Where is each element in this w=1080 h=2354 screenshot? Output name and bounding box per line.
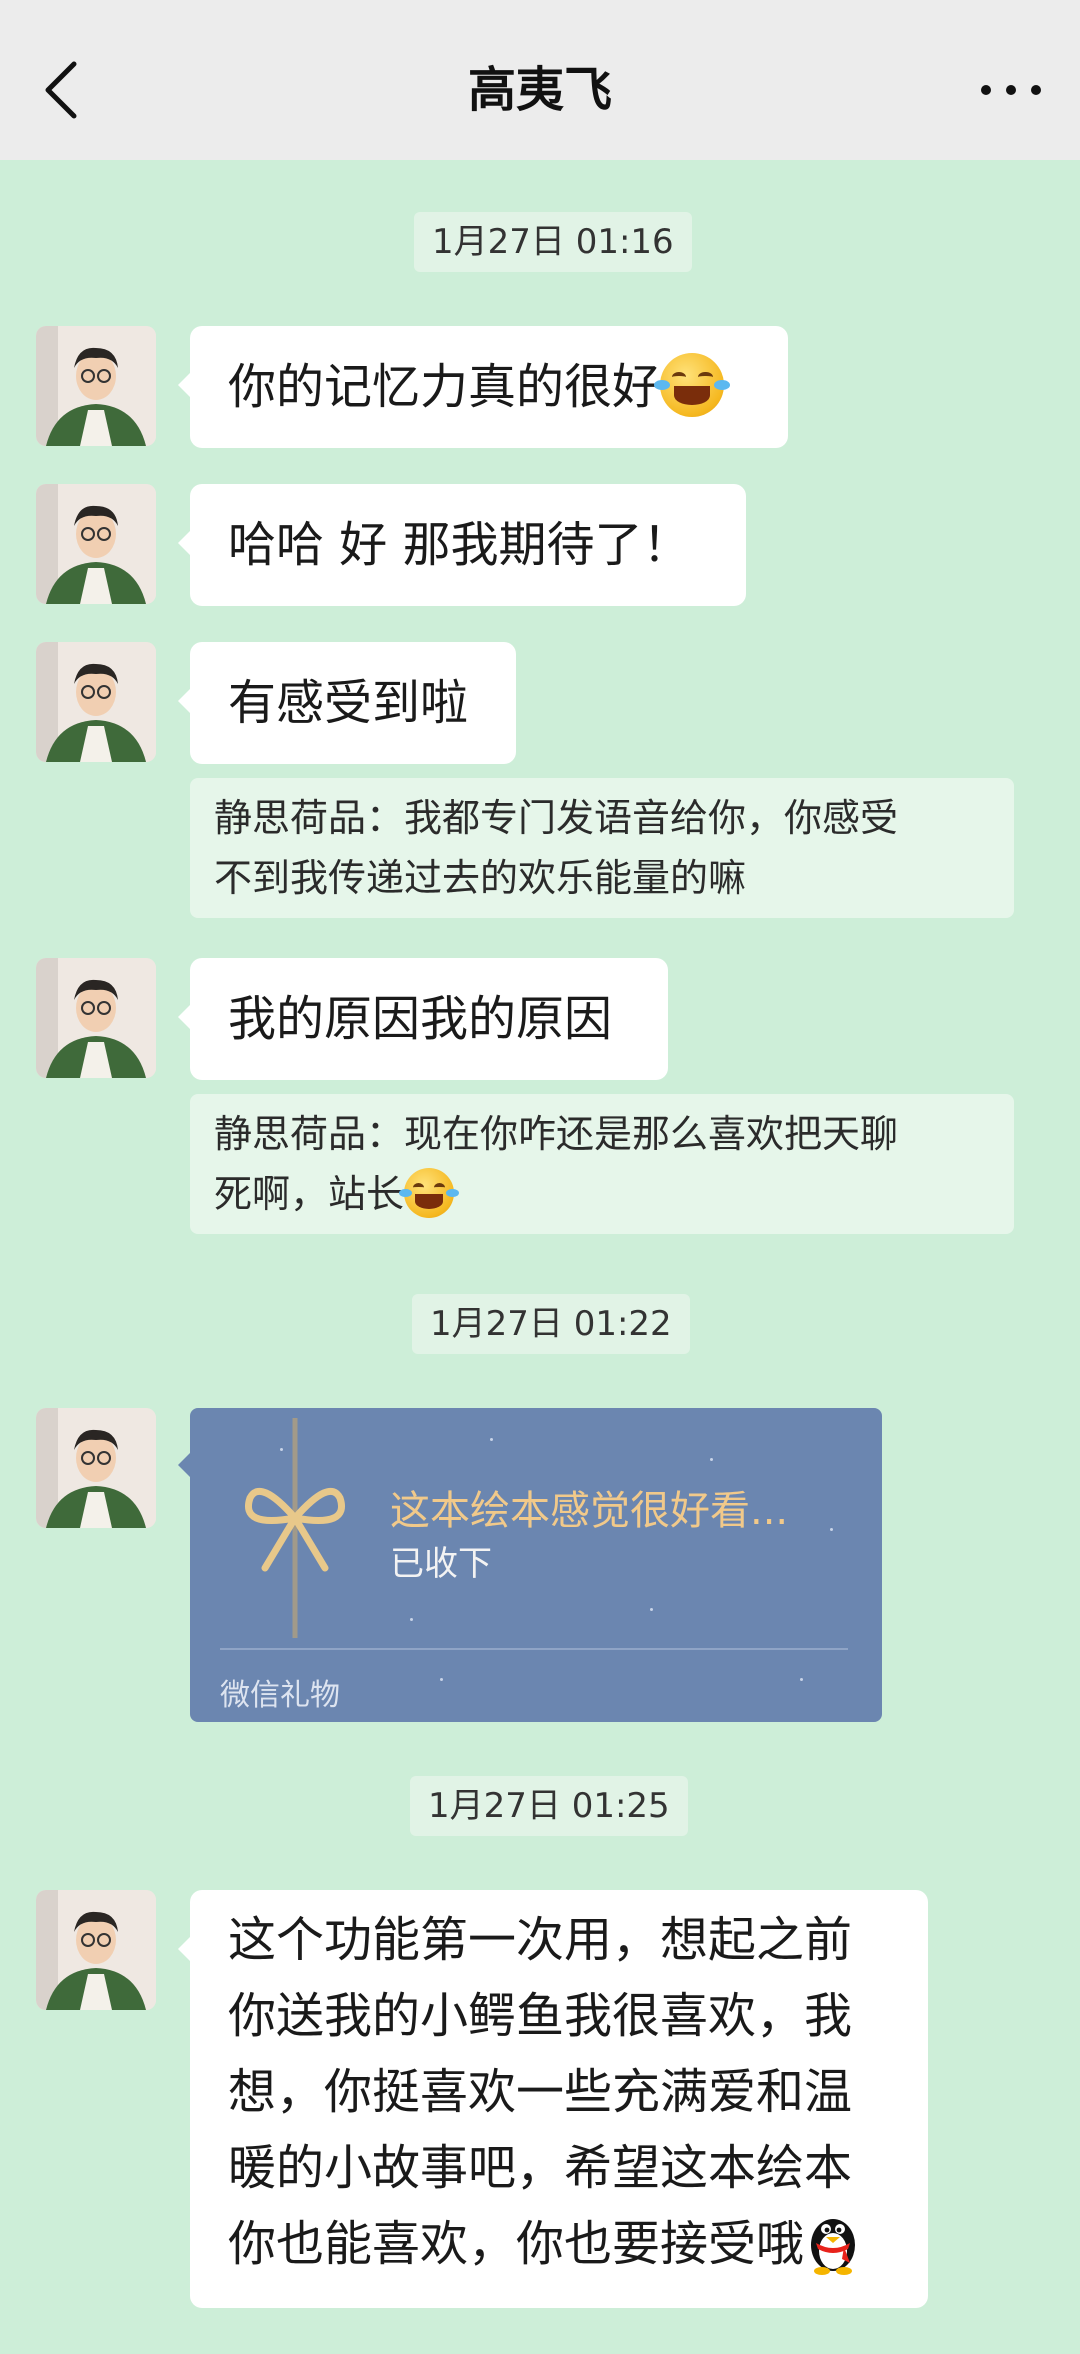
- message-bubble[interactable]: 有感受到啦: [178, 642, 516, 764]
- quoted-message[interactable]: 静思荷品：我都专门发语音给你，你感受 不到我传递过去的欢乐能量的嘛: [190, 778, 1014, 918]
- quote-text-line: 静思荷品：现在你咋还是那么喜欢把天聊: [214, 1112, 899, 1156]
- chat-title: 高夷飞: [467, 62, 612, 118]
- avatar[interactable]: [36, 1408, 156, 1528]
- message-bubble[interactable]: 这个功能第一次用，想起之前 你送我的小鳄鱼我很喜欢，我 想，你挺喜欢一些充满爱和…: [178, 1890, 928, 2308]
- message-bubble[interactable]: 你的记忆力真的很好: [178, 326, 788, 448]
- message-text: 我的原因我的原因: [228, 991, 613, 1047]
- chat-header: 高夷飞: [0, 0, 1080, 160]
- timestamp: 1月27日 01:16: [414, 212, 692, 272]
- quote-text-line: 不到我传递过去的欢乐能量的嘛: [214, 856, 747, 900]
- avatar[interactable]: [36, 642, 156, 762]
- gift-status: 已收下: [390, 1544, 492, 1584]
- message-text-line: 这个功能第一次用，想起之前: [228, 1912, 853, 1968]
- timestamp: 1月27日 01:22: [412, 1294, 690, 1354]
- message-text-line: 你送我的小鳄鱼我很喜欢，我: [228, 1988, 853, 2044]
- quote-text-line: 死啊，站长: [214, 1172, 405, 1216]
- gift-card[interactable]: 这本绘本感觉很好看... 已收下 微信礼物: [190, 1408, 882, 1722]
- timestamp: 1月27日 01:25: [410, 1776, 688, 1836]
- gift-title: 这本绘本感觉很好看...: [390, 1488, 789, 1534]
- message-text: 你的记忆力真的很好: [228, 359, 661, 415]
- avatar[interactable]: [36, 1890, 156, 2010]
- penguin-emoji-icon: [804, 2209, 862, 2275]
- more-icon[interactable]: [978, 72, 1044, 108]
- quoted-message[interactable]: 静思荷品：现在你咋还是那么喜欢把天聊 死啊，站长: [190, 1094, 1014, 1234]
- message-bubble[interactable]: 我的原因我的原因: [178, 958, 668, 1080]
- tears-of-joy-emoji-icon: [399, 1167, 460, 1218]
- tears-of-joy-emoji-icon: [653, 353, 731, 417]
- message-text-line: 暖的小故事吧，希望这本绘本: [228, 2140, 853, 2196]
- message-text-line: 想，你挺喜欢一些充满爱和温: [228, 2064, 853, 2120]
- gift-footer: 微信礼物: [220, 1678, 340, 1713]
- avatar[interactable]: [36, 326, 156, 446]
- avatar[interactable]: [36, 958, 156, 1078]
- divider: [220, 1648, 848, 1650]
- avatar[interactable]: [36, 484, 156, 604]
- message-text: 哈哈 好 那我期待了！: [228, 517, 691, 573]
- quote-text-line: 静思荷品：我都专门发语音给你，你感受: [214, 796, 899, 840]
- message-bubble[interactable]: 哈哈 好 那我期待了！: [178, 484, 746, 606]
- message-text: 有感受到啦: [228, 675, 469, 731]
- message-text-line: 你也能喜欢，你也要接受哦: [228, 2216, 805, 2272]
- bow-icon: [245, 1418, 345, 1638]
